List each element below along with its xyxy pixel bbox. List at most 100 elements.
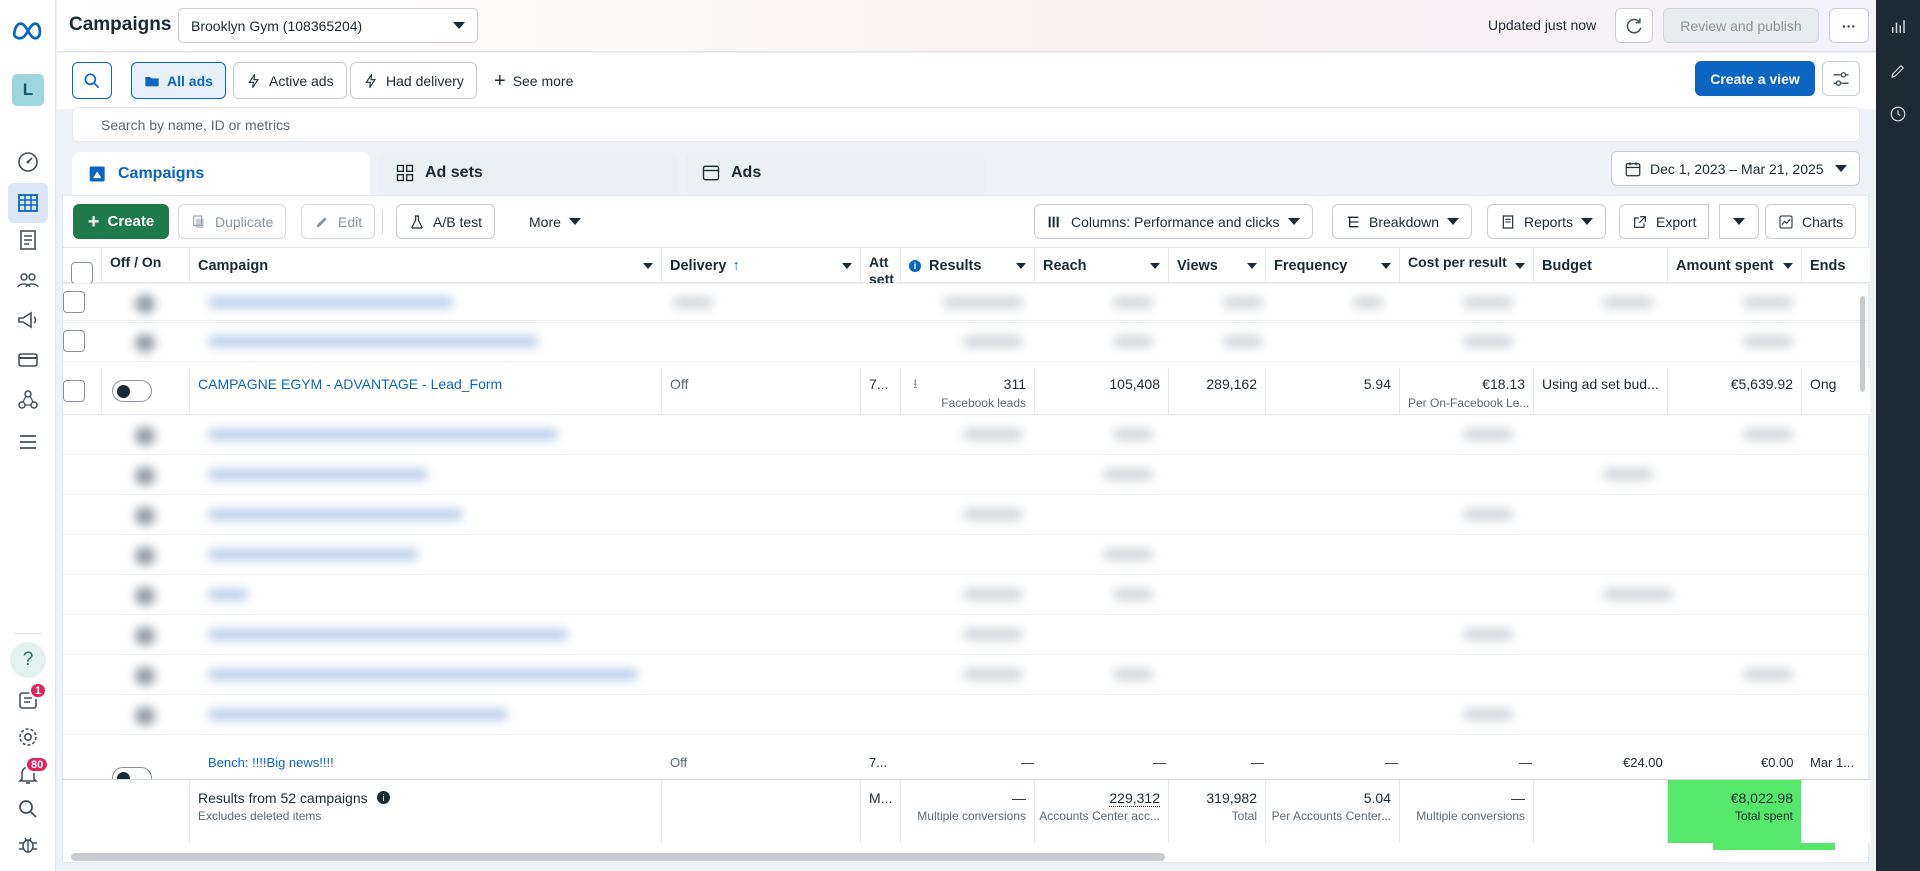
table-row[interactable]: CAMPAGNE EGYM - ADVANTAGE - Lead_Form Of… xyxy=(63,368,1870,415)
columns-button[interactable]: Columns: Performance and clicks xyxy=(1034,204,1313,239)
row-spacer xyxy=(63,283,1870,284)
blurred-value xyxy=(1463,709,1513,720)
info-icon: i xyxy=(909,260,921,272)
info-icon[interactable]: i xyxy=(377,791,390,804)
table-row[interactable] xyxy=(63,655,1870,695)
search-toggle-button[interactable] xyxy=(72,62,112,99)
filter-active-ads[interactable]: Active ads xyxy=(233,62,347,99)
ads-manager-table-icon[interactable] xyxy=(8,183,48,223)
campaign-name-link[interactable]: CAMPAGNE EGYM - ADVANTAGE - Lead_Form xyxy=(198,376,502,392)
row-checkbox[interactable] xyxy=(63,291,85,313)
billing-card-icon[interactable] xyxy=(14,346,42,374)
table-row[interactable] xyxy=(63,415,1870,455)
right-side-panel-rail xyxy=(1876,0,1920,871)
summary-budget-cell xyxy=(1534,780,1668,843)
sliders-icon xyxy=(1833,71,1849,86)
search-icon[interactable] xyxy=(14,795,42,823)
column-views[interactable]: Views xyxy=(1169,248,1266,284)
select-all-checkbox[interactable] xyxy=(71,262,93,284)
blurred-value xyxy=(1463,509,1513,520)
views-cell: 289,162 xyxy=(1169,368,1266,414)
table-row[interactable] xyxy=(63,615,1870,655)
ad-account-selector[interactable]: Brooklyn Gym (108365204) xyxy=(178,8,478,43)
tab-campaigns[interactable]: Campaigns xyxy=(72,152,370,196)
more-actions-button[interactable]: More xyxy=(516,204,594,239)
blurred-campaign-name xyxy=(208,336,538,347)
account-avatar[interactable]: L xyxy=(12,74,44,106)
ad-account-name: Brooklyn Gym (108365204) xyxy=(191,17,363,34)
more-options-button[interactable]: ··· xyxy=(1829,8,1869,43)
meta-logo-icon[interactable] xyxy=(10,16,46,44)
delivery-cell: Off xyxy=(662,368,861,414)
blurred-value xyxy=(1463,429,1513,440)
edit-button[interactable]: Edit xyxy=(301,204,376,239)
plus-icon: + xyxy=(87,210,100,233)
review-and-publish-button[interactable]: Review and publish xyxy=(1663,8,1819,43)
chart-line-icon xyxy=(1779,214,1793,229)
settings-gear-icon[interactable] xyxy=(14,723,42,751)
table-row[interactable]: Bench: !!!!Big news!!!! Off 7... — — — —… xyxy=(63,749,1870,779)
horizontal-scrollbar[interactable] xyxy=(71,853,1165,861)
search-input[interactable] xyxy=(73,108,1859,141)
results-cell: ⭳ 311 Facebook leads xyxy=(901,368,1035,414)
campaign-on-off-toggle[interactable] xyxy=(112,380,152,402)
page-header: Campaigns Brooklyn Gym (108365204) Updat… xyxy=(57,0,1876,52)
filter-all-ads[interactable]: All ads xyxy=(131,62,226,99)
advertise-megaphone-icon[interactable] xyxy=(14,306,42,334)
ab-test-button[interactable]: A/B test xyxy=(396,204,496,239)
chart-bars-icon[interactable] xyxy=(1887,16,1909,38)
reports-book-icon[interactable] xyxy=(14,226,42,254)
table-row[interactable] xyxy=(63,455,1870,495)
breakdown-button[interactable]: Breakdown xyxy=(1332,204,1473,239)
table-row[interactable] xyxy=(63,283,1870,323)
column-cost-per-result[interactable]: Cost per result xyxy=(1400,248,1534,284)
table-row[interactable] xyxy=(63,695,1870,735)
table-row[interactable] xyxy=(63,535,1870,575)
chevron-down-icon xyxy=(1783,263,1793,269)
tab-ad-sets[interactable]: Ad sets xyxy=(379,152,679,194)
create-a-view-button[interactable]: Create a view xyxy=(1695,61,1815,96)
column-attribution-setting[interactable]: Att sett xyxy=(861,248,901,284)
export-options-button[interactable] xyxy=(1719,204,1759,239)
date-range-picker[interactable]: Dec 1, 2023 – Mar 21, 2025 xyxy=(1611,151,1860,186)
column-reach[interactable]: Reach xyxy=(1035,248,1169,284)
campaign-name-link[interactable]: Bench: !!!!Big news!!!! xyxy=(208,755,334,770)
export-button[interactable]: Export xyxy=(1619,204,1710,239)
business-network-icon[interactable] xyxy=(14,386,42,414)
table-row[interactable] xyxy=(63,495,1870,535)
table-row[interactable] xyxy=(63,322,1870,362)
chevron-down-icon xyxy=(1733,218,1745,225)
dashboard-gauge-icon[interactable] xyxy=(14,148,42,176)
row-checkbox[interactable] xyxy=(63,380,85,402)
column-results[interactable]: i Results xyxy=(901,248,1035,284)
edit-pencil-icon[interactable] xyxy=(1887,60,1909,82)
report-bug-icon[interactable] xyxy=(14,831,42,859)
create-button[interactable]: + Create xyxy=(73,204,169,239)
row-checkbox[interactable] xyxy=(63,330,85,352)
filter-had-delivery[interactable]: Had delivery xyxy=(350,62,477,99)
column-delivery[interactable]: Delivery ↑ xyxy=(662,248,861,284)
vertical-scrollbar[interactable] xyxy=(1860,296,1865,392)
summary-label-cell: Results from 52 campaigns i Excludes del… xyxy=(190,780,662,843)
see-more-filters-button[interactable]: + See more xyxy=(481,62,587,99)
table-row[interactable] xyxy=(63,575,1870,615)
tab-ads[interactable]: Ads xyxy=(685,152,985,194)
rail-divider xyxy=(14,633,42,634)
help-icon[interactable]: ? xyxy=(10,642,46,678)
view-settings-button[interactable] xyxy=(1822,61,1860,96)
refresh-button[interactable] xyxy=(1615,8,1653,43)
campaign-on-off-toggle[interactable] xyxy=(112,767,152,779)
duplicate-button[interactable]: Duplicate xyxy=(178,204,287,239)
column-frequency[interactable]: Frequency xyxy=(1266,248,1400,284)
charts-button[interactable]: Charts xyxy=(1765,204,1857,239)
reports-button[interactable]: Reports xyxy=(1487,204,1607,239)
audiences-people-icon[interactable] xyxy=(14,266,42,294)
history-clock-icon[interactable] xyxy=(1887,103,1909,125)
column-campaign[interactable]: Campaign xyxy=(190,248,662,284)
column-off-on[interactable]: Off / On xyxy=(102,248,190,284)
blurred-campaign-name xyxy=(208,297,453,308)
column-ends[interactable]: Ends xyxy=(1802,248,1870,284)
all-tools-menu-icon[interactable] xyxy=(14,428,42,456)
column-amount-spent[interactable]: Amount spent xyxy=(1668,248,1802,284)
column-budget[interactable]: Budget xyxy=(1534,248,1668,284)
